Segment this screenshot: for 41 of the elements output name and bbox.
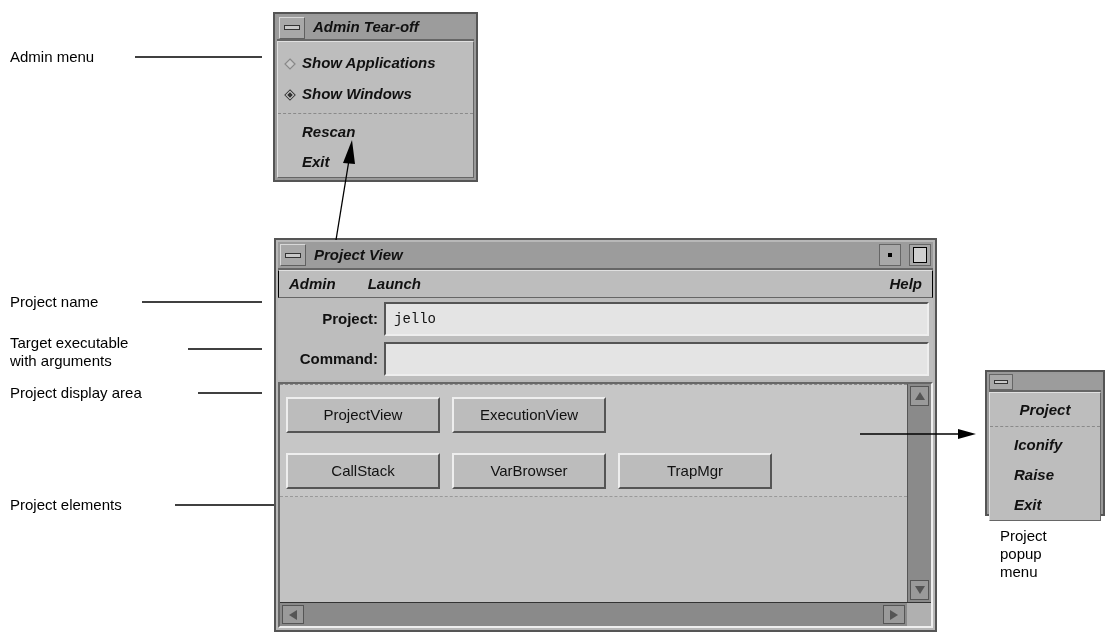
menu-item[interactable]: Exit	[1014, 493, 1042, 517]
element-button[interactable]: TrapMgr	[618, 453, 772, 489]
callout-label: Admin menu	[10, 48, 96, 66]
element-button[interactable]: VarBrowser	[452, 453, 606, 489]
menu-item[interactable]: Iconify	[1014, 433, 1063, 457]
scroll-down-icon[interactable]	[910, 580, 929, 600]
maximize-icon[interactable]	[909, 244, 931, 266]
callout-label: Project popup menu	[1000, 527, 1048, 581]
element-button[interactable]: ExecutionView	[452, 397, 606, 433]
vertical-scrollbar[interactable]	[907, 384, 931, 602]
leader-line	[197, 392, 263, 394]
element-button[interactable]: ProjectView	[286, 397, 440, 433]
text-field[interactable]	[384, 342, 929, 376]
window-menu-icon[interactable]	[989, 374, 1013, 390]
minimize-icon[interactable]	[879, 244, 901, 266]
radio-diamond[interactable]	[284, 88, 296, 101]
menu-bar-item[interactable]: Help	[889, 272, 922, 296]
scroll-up-icon[interactable]	[910, 386, 929, 406]
menu-item[interactable]: Raise	[1014, 463, 1055, 487]
menu-item[interactable]: Show Applications	[302, 52, 436, 75]
horizontal-scrollbar[interactable]	[280, 603, 907, 626]
window-title: Admin Tear-off	[313, 17, 419, 38]
callout-label: Project name	[10, 293, 100, 311]
menu-title: Project	[1019, 399, 1071, 420]
menu-item[interactable]: Show Windows	[302, 83, 412, 106]
menu-item[interactable]: Rescan	[302, 120, 356, 144]
scroll-left-icon[interactable]	[282, 605, 304, 624]
scrollbar-corner	[907, 603, 931, 626]
menu-item[interactable]: Exit	[302, 150, 330, 174]
callout-label: Target executable with arguments	[10, 334, 130, 370]
element-button[interactable]: CallStack	[286, 453, 440, 489]
scroll-right-icon[interactable]	[883, 605, 905, 624]
callout-label: Project display area	[10, 384, 143, 402]
field-label: Command:	[298, 348, 378, 369]
text-field[interactable]: jello	[384, 302, 929, 336]
callout-label: Project elements	[10, 496, 123, 514]
field-label: Project:	[321, 308, 378, 329]
window-title: Project View	[314, 244, 405, 265]
radio-diamond[interactable]	[284, 57, 296, 70]
menu-bar-item[interactable]: Admin	[289, 272, 336, 296]
menu-bar-item[interactable]: Launch	[367, 272, 421, 296]
